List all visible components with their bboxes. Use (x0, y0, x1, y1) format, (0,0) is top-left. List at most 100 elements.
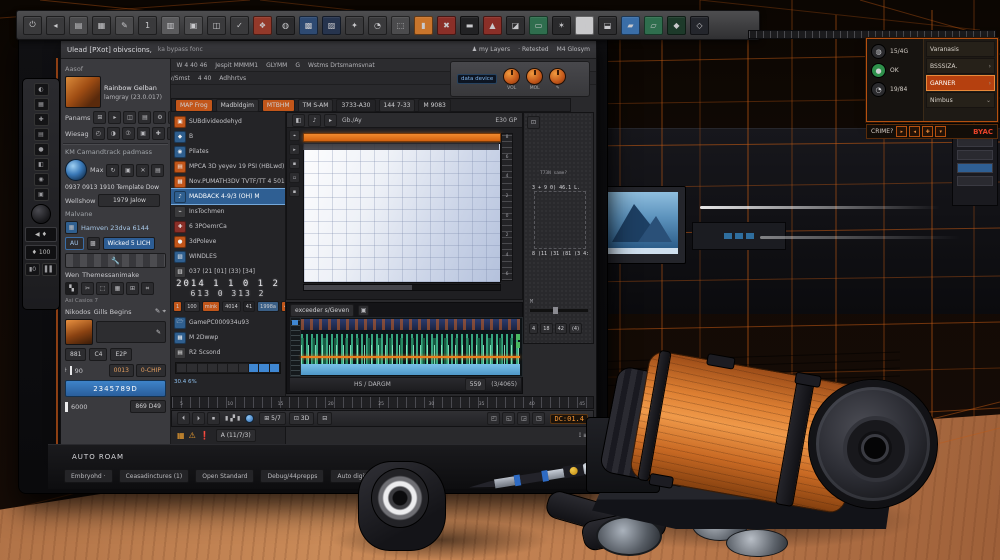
mini-chip[interactable]: 4014 (222, 301, 241, 312)
toolbar-icon[interactable]: ▨ (322, 16, 341, 35)
tree-item[interactable]: ▥ 037 (21 [01] (33) [34] (171, 264, 285, 279)
segmented-progress-bar[interactable] (175, 362, 281, 374)
transport-button[interactable]: ⏹ (207, 412, 220, 425)
mode-chip[interactable]: MAP Frog (175, 99, 213, 112)
viewport-tool-icon[interactable]: ▸ (324, 114, 337, 127)
stats-slider[interactable] (530, 309, 588, 312)
tree-item[interactable]: 🗁 GamePC000934u93 (171, 315, 285, 330)
menu-item[interactable]: Wstms Drtsmamsvnat (308, 62, 375, 69)
bezel-button[interactable]: Ceasadinctures (1) (119, 469, 190, 483)
mini-thumb[interactable]: ▚ (65, 282, 78, 295)
pen-tools[interactable]: ✎ ⌖ (155, 307, 166, 316)
stats-chip[interactable]: 18 (540, 323, 552, 334)
tree-item[interactable]: ▦ Nov.PUMATH3DV TVTF/TT 4 5017 (171, 174, 285, 189)
tree-item[interactable]: ▣ SUBdivideodehyd (171, 114, 285, 129)
panel-icon[interactable]: ⑦ (122, 127, 135, 140)
remote-button[interactable]: ◧ (34, 158, 49, 171)
tree-item[interactable]: ✚ 6 3POemrCa (171, 219, 285, 234)
tree-item[interactable]: ⌁ InsTochmen (171, 204, 285, 219)
media-thumbnail[interactable] (65, 319, 93, 345)
mode-chip[interactable]: Madbldgim (216, 99, 259, 112)
viewport-orange-header-bar[interactable] (303, 133, 501, 142)
toolbar-icon[interactable]: ▭ (529, 16, 548, 35)
wicked-chip[interactable]: Wicked 5 LICH (103, 237, 156, 250)
rotary-knob[interactable] (526, 68, 543, 85)
toolbar-icon[interactable]: ▤ (69, 16, 88, 35)
material-tool-icon[interactable]: ▣ (121, 164, 134, 177)
panel-circle-icon[interactable]: ◔ (871, 82, 886, 97)
remote-button[interactable]: ◉ (34, 173, 49, 186)
toolbar-icon[interactable]: ◔ (368, 16, 387, 35)
toolbar-icon[interactable]: ✓ (230, 16, 249, 35)
toolbar-icon[interactable]: ⏻ (23, 16, 42, 35)
playhead-dot[interactable] (245, 414, 254, 423)
menu-item[interactable]: Jespit MMMM1 (215, 62, 258, 69)
toolbar-icon[interactable]: ▩ (299, 16, 318, 35)
panel-icon-row[interactable]: ● OK (871, 63, 919, 78)
panel-icon[interactable]: ⊞ (93, 111, 106, 124)
panel-list-item[interactable]: Nimbus ⌄ (926, 92, 995, 108)
knob-mol[interactable]: MOL (526, 68, 543, 91)
remote-button[interactable]: ▣ (34, 188, 49, 201)
tree-item[interactable]: ▤ MPCA 3D yeyev 19 PSI (HBLwd) (171, 159, 285, 174)
material-tool-icon[interactable]: ✕ (136, 164, 149, 177)
remote-small-button[interactable]: ▌▌ (42, 263, 57, 276)
transport-button[interactable]: ⏴ (177, 412, 190, 425)
panel-icon[interactable]: ◫ (123, 111, 136, 124)
toolbar-icon[interactable]: ◇ (690, 16, 709, 35)
menu-item[interactable]: Adhhrtvs (219, 75, 246, 82)
value-chip[interactable]: 881 (65, 348, 86, 361)
waveform-display[interactable] (290, 317, 523, 377)
rotary-knob[interactable] (549, 68, 566, 85)
value-chip[interactable]: 0-CHIP (136, 364, 166, 377)
viewport-side-button[interactable]: ▪ (289, 186, 300, 197)
panel-list-item[interactable]: Varanasis (926, 41, 995, 57)
footer-chip[interactable]: ✚ (922, 126, 933, 137)
viewport-side-button[interactable]: ▪ (289, 158, 300, 169)
stats-chip[interactable]: 4 (529, 323, 538, 334)
bezel-button[interactable]: Debug/44prepps (260, 469, 324, 483)
remote-button[interactable]: ◐ (34, 83, 49, 96)
mini-chip[interactable]: 41 (243, 301, 255, 312)
menu-item[interactable]: G (295, 62, 300, 69)
knob-pen[interactable]: ✎ (549, 68, 566, 91)
toolbar-icon[interactable]: ✎ (115, 16, 134, 35)
transport-chip[interactable]: ⊞ 5/7 (259, 412, 286, 425)
remote-knob[interactable] (31, 204, 51, 224)
waveform-label-chip[interactable]: exceeder s/Geven (290, 304, 354, 317)
mode-chip[interactable]: MTBHM (262, 99, 295, 112)
mini-chip[interactable]: mink (202, 301, 220, 312)
toolbar-icon[interactable]: ▥ (161, 16, 180, 35)
menu-item[interactable]: 4 40 (198, 75, 211, 82)
panel-icon[interactable]: ✚ (152, 127, 165, 140)
viewport-side-button[interactable]: ▸ (289, 144, 300, 155)
panel-icon[interactable]: ⊞ (126, 282, 139, 295)
panel-icon[interactable]: ◴ (92, 127, 105, 140)
window-titlebar[interactable]: Ulead [PXot] obivscions, ka bypass fonc … (61, 41, 596, 59)
transport-button[interactable]: ⏵ (192, 412, 205, 425)
mode-chip[interactable]: 3733-A30 (336, 99, 375, 112)
media-slot[interactable]: ✎ (96, 321, 166, 343)
toolbar-icon[interactable]: ▱ (644, 16, 663, 35)
toolbar-icon[interactable]: ◆ (667, 16, 686, 35)
au-chip[interactable]: AU (65, 237, 84, 250)
hamven-row[interactable]: ▦ Hamven 23dva 6144 (65, 221, 166, 234)
stats-corner-icon[interactable]: ⊡ (527, 116, 540, 129)
remote-wide-button[interactable]: ♦ 100 (25, 245, 57, 260)
toolbar-icon[interactable]: ▮ (414, 16, 433, 35)
bezel-button[interactable]: Embryohd · (64, 469, 113, 483)
remote-button[interactable]: ✚ (34, 113, 49, 126)
timeline-ruler[interactable]: 51015202530354045 (171, 396, 594, 409)
status-chip[interactable]: A (11/7/3) (216, 429, 256, 442)
viewport-scrollbar[interactable] (303, 284, 501, 291)
panel-list-item[interactable]: BSSSIZA. › (926, 58, 995, 74)
toolbar-icon[interactable]: ▣ (184, 16, 203, 35)
toolbar-icon[interactable]: ⬓ (598, 16, 617, 35)
tree-item[interactable]: ♪ MADBACK 4-9/3 (OH) M (171, 189, 285, 204)
viewport-tool-icon[interactable]: ♪ (308, 114, 321, 127)
toolbar-icon[interactable]: ▲ (483, 16, 502, 35)
waveform-threshold-line[interactable] (301, 356, 520, 358)
panel-icon[interactable]: ▣ (137, 127, 150, 140)
stats-chip[interactable]: (4) (569, 323, 582, 334)
tree-item[interactable]: ◆ B (171, 129, 285, 144)
